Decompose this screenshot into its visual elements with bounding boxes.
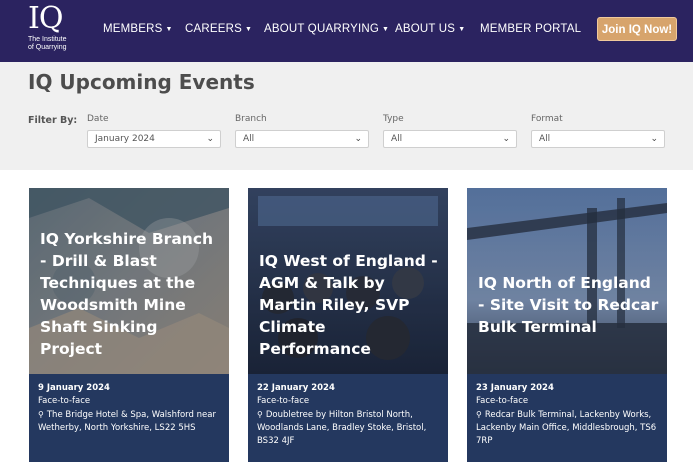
event-date: 9 January 2024 bbox=[38, 383, 110, 393]
event-location: ⚲ Doubletree by Hilton Bristol North, Woo… bbox=[257, 408, 439, 448]
event-format: Face-to-face bbox=[38, 396, 91, 406]
event-location: ⚲ The Bridge Hotel & Spa, Walshford near … bbox=[38, 408, 220, 435]
chevron-down-icon: ▼ bbox=[458, 26, 466, 33]
event-info: 22 January 2024 Face-to-face ⚲ Doubletree… bbox=[248, 374, 448, 462]
event-image[interactable]: IQ North of England - Site Visit to Redc… bbox=[467, 188, 667, 374]
event-format: Face-to-face bbox=[257, 396, 310, 406]
nav-item-careers[interactable]: CAREERS ▼ bbox=[185, 23, 252, 35]
chevron-down-icon: ▼ bbox=[382, 26, 390, 33]
chevron-down-icon: ▼ bbox=[165, 26, 173, 33]
nav-item-label: MEMBER PORTAL bbox=[480, 23, 582, 35]
branch-select-value: All bbox=[243, 134, 255, 144]
logo-mark: IQ bbox=[28, 1, 63, 36]
chevron-down-icon: ⌄ bbox=[206, 134, 214, 144]
nav-item-label: MEMBERS bbox=[103, 23, 163, 35]
filter-branch: Branch All ⌄ bbox=[235, 114, 369, 148]
filter-by-label: Filter By: bbox=[28, 115, 78, 126]
format-select-value: All bbox=[539, 134, 551, 144]
event-location: ⚲ Redcar Bulk Terminal, Lackenby Works, L… bbox=[476, 408, 658, 448]
event-card[interactable]: IQ West of England - AGM & Talk by Marti… bbox=[248, 188, 448, 462]
filter-branch-label: Branch bbox=[235, 114, 267, 124]
branch-select[interactable]: All ⌄ bbox=[235, 130, 369, 148]
chevron-down-icon: ⌄ bbox=[650, 134, 658, 144]
site-header: IQ The Institute of Quarrying MEMBERS ▼ C… bbox=[0, 0, 693, 62]
event-title[interactable]: IQ West of England - AGM & Talk by Marti… bbox=[259, 250, 440, 360]
date-select-value: January 2024 bbox=[95, 134, 155, 144]
iq-logo[interactable]: IQ The Institute of Quarrying bbox=[28, 2, 78, 58]
logo-subtitle-line-2: of Quarrying bbox=[28, 44, 67, 51]
chevron-down-icon: ⌄ bbox=[354, 134, 362, 144]
date-select[interactable]: January 2024 ⌄ bbox=[87, 130, 221, 148]
location-pin-icon: ⚲ bbox=[476, 410, 482, 419]
event-location-text: The Bridge Hotel & Spa, Walshford near W… bbox=[38, 410, 216, 433]
event-info: 9 January 2024 Face-to-face ⚲ The Bridge … bbox=[29, 374, 229, 462]
nav-item-about-us[interactable]: ABOUT US ▼ bbox=[395, 23, 465, 35]
nav-item-member-portal[interactable]: MEMBER PORTAL bbox=[480, 23, 581, 35]
join-iq-button[interactable]: Join IQ Now! bbox=[597, 17, 677, 41]
location-pin-icon: ⚲ bbox=[38, 410, 44, 419]
nav-item-about-quarrying[interactable]: ABOUT QUARRYING ▼ bbox=[264, 23, 389, 35]
event-image[interactable]: IQ West of England - AGM & Talk by Marti… bbox=[248, 188, 448, 374]
event-location-text: Doubletree by Hilton Bristol North, Wood… bbox=[257, 410, 427, 446]
nav-item-label: CAREERS bbox=[185, 23, 242, 35]
type-select-value: All bbox=[391, 134, 403, 144]
filter-format: Format All ⌄ bbox=[531, 114, 665, 148]
chevron-down-icon: ⌄ bbox=[502, 134, 510, 144]
nav-item-members[interactable]: MEMBERS ▼ bbox=[103, 23, 173, 35]
filter-area: IQ Upcoming Events Filter By: Date Janua… bbox=[0, 62, 693, 170]
location-pin-icon: ⚲ bbox=[257, 410, 263, 419]
filter-date: Date January 2024 ⌄ bbox=[87, 114, 221, 148]
type-select[interactable]: All ⌄ bbox=[383, 130, 517, 148]
nav-item-label: ABOUT US bbox=[395, 23, 456, 35]
event-date: 23 January 2024 bbox=[476, 383, 554, 393]
event-title[interactable]: IQ North of England - Site Visit to Redc… bbox=[478, 272, 659, 338]
event-date: 22 January 2024 bbox=[257, 383, 335, 393]
event-format: Face-to-face bbox=[476, 396, 529, 406]
page-title: IQ Upcoming Events bbox=[28, 70, 255, 94]
filter-date-label: Date bbox=[87, 114, 109, 124]
event-title[interactable]: IQ Yorkshire Branch - Drill & Blast Tech… bbox=[40, 228, 221, 360]
event-image[interactable]: IQ Yorkshire Branch - Drill & Blast Tech… bbox=[29, 188, 229, 374]
chevron-down-icon: ▼ bbox=[245, 26, 253, 33]
filter-type: Type All ⌄ bbox=[383, 114, 517, 148]
logo-subtitle-line-1: The Institute bbox=[28, 36, 67, 43]
filter-type-label: Type bbox=[383, 114, 404, 124]
format-select[interactable]: All ⌄ bbox=[531, 130, 665, 148]
event-card[interactable]: IQ North of England - Site Visit to Redc… bbox=[467, 188, 667, 462]
event-location-text: Redcar Bulk Terminal, Lackenby Works, La… bbox=[476, 410, 657, 446]
filter-format-label: Format bbox=[531, 114, 563, 124]
event-card[interactable]: IQ Yorkshire Branch - Drill & Blast Tech… bbox=[29, 188, 229, 462]
nav-item-label: ABOUT QUARRYING bbox=[264, 23, 380, 35]
event-info: 23 January 2024 Face-to-face ⚲ Redcar Bul… bbox=[467, 374, 667, 462]
